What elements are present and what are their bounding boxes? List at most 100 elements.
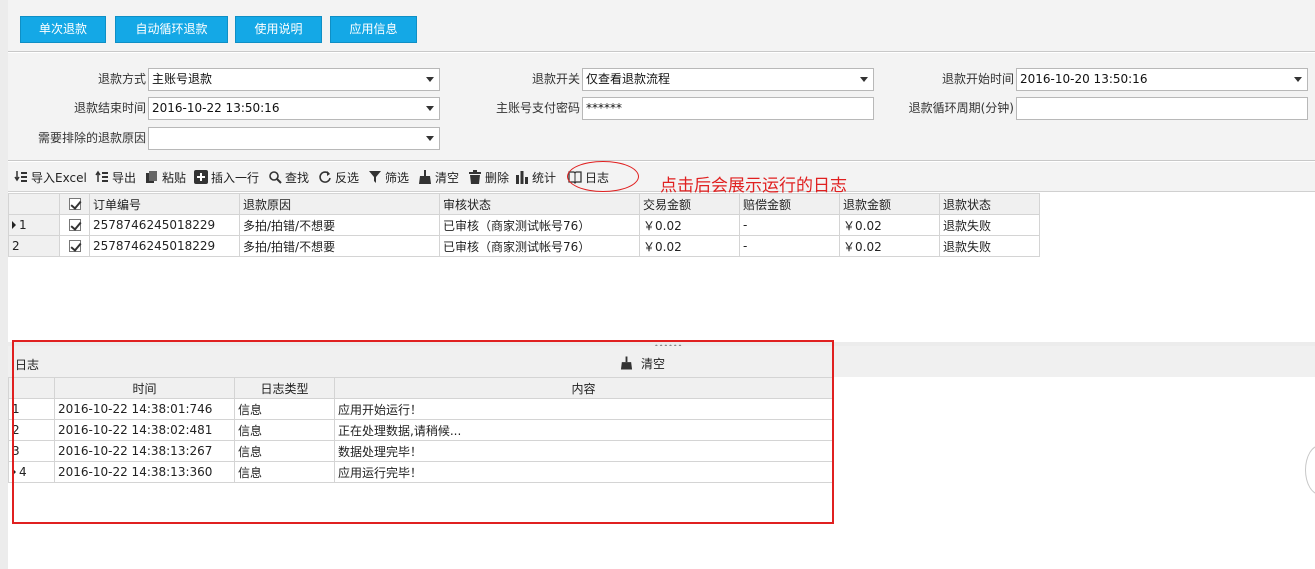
refund-switch-value: 仅查看退款流程 bbox=[586, 72, 671, 86]
column-header-order-no[interactable]: 订单编号 bbox=[89, 193, 240, 215]
pay-password-label: 主账号支付密码 bbox=[495, 101, 580, 115]
chevron-down-icon bbox=[1294, 77, 1302, 82]
row-checkbox[interactable] bbox=[59, 214, 90, 236]
refund-end-time-select[interactable]: 2016-10-22 13:50:16 bbox=[148, 97, 440, 120]
order-no-cell[interactable]: 2578746245018229 bbox=[89, 235, 240, 257]
refund-method-label: 退款方式 bbox=[97, 72, 146, 86]
import-excel-label: 导入Excel bbox=[31, 171, 87, 185]
select-all-checkbox[interactable] bbox=[59, 193, 90, 215]
refund-method-select[interactable]: 主账号退款 bbox=[148, 68, 440, 91]
delete-button[interactable]: 删除 bbox=[468, 169, 509, 187]
export-icon bbox=[95, 170, 108, 182]
loop-period-input[interactable] bbox=[1016, 97, 1308, 120]
clear-label: 清空 bbox=[435, 171, 460, 185]
pay-password-input[interactable]: ****** bbox=[582, 97, 874, 120]
audit-status-cell[interactable]: 已审核（商家测试帐号76） bbox=[439, 235, 640, 257]
bar-chart-icon bbox=[516, 171, 528, 184]
column-header-trade-amount[interactable]: 交易金额 bbox=[639, 193, 740, 215]
refund-end-time-label: 退款结束时间 bbox=[73, 101, 146, 115]
exclude-reason-select[interactable] bbox=[148, 127, 440, 150]
delete-label: 删除 bbox=[485, 171, 510, 185]
import-icon bbox=[14, 171, 27, 182]
filter-button[interactable]: 筛选 bbox=[368, 169, 409, 187]
column-header-refund-status[interactable]: 退款状态 bbox=[939, 193, 1040, 215]
row-header-corner bbox=[8, 193, 60, 215]
row-index: 1 bbox=[19, 218, 27, 232]
row-checkbox[interactable] bbox=[59, 235, 90, 257]
compensation-cell[interactable]: - bbox=[739, 214, 840, 236]
refund-start-time-value: 2016-10-20 13:50:16 bbox=[1020, 72, 1148, 86]
log-panel-highlight bbox=[12, 340, 834, 524]
chevron-down-icon bbox=[426, 77, 434, 82]
plus-icon bbox=[194, 170, 208, 184]
stats-button[interactable]: 统计 bbox=[515, 169, 556, 187]
find-label: 查找 bbox=[285, 171, 310, 185]
column-header-compensation[interactable]: 赔偿金额 bbox=[739, 193, 840, 215]
refund-amount-cell[interactable]: ￥0.02 bbox=[839, 235, 940, 257]
stats-label: 统计 bbox=[532, 171, 557, 185]
refund-reason-cell[interactable]: 多拍/拍错/不想要 bbox=[239, 214, 440, 236]
table-row[interactable]: 2 2578746245018229 多拍/拍错/不想要 已审核（商家测试帐号7… bbox=[8, 235, 1040, 257]
refund-status-cell[interactable]: 退款失败 bbox=[939, 235, 1040, 257]
checkbox-checked-icon bbox=[68, 198, 81, 210]
row-header[interactable]: 2 bbox=[8, 235, 60, 257]
paste-button[interactable]: 粘贴 bbox=[145, 169, 186, 187]
trash-icon bbox=[469, 170, 481, 184]
refund-status-cell[interactable]: 退款失败 bbox=[939, 214, 1040, 236]
refund-amount-cell[interactable]: ￥0.02 bbox=[839, 214, 940, 236]
export-label: 导出 bbox=[112, 171, 137, 185]
clear-button[interactable]: 清空 bbox=[418, 169, 459, 187]
single-refund-button[interactable]: 单次退款 bbox=[20, 16, 106, 43]
chevron-down-icon bbox=[426, 106, 434, 111]
refund-settings-form: 退款方式 主账号退款 退款开关 仅查看退款流程 退款开始时间 2016-10-2… bbox=[8, 53, 1315, 161]
invert-selection-button[interactable]: 反选 bbox=[318, 169, 359, 187]
checkbox-checked-icon bbox=[68, 240, 81, 252]
column-header-refund-amount[interactable]: 退款金额 bbox=[839, 193, 940, 215]
trade-amount-cell[interactable]: ￥0.02 bbox=[639, 214, 740, 236]
chevron-down-icon bbox=[860, 77, 868, 82]
search-icon bbox=[269, 171, 282, 184]
broom-icon bbox=[419, 170, 431, 184]
left-edge-strip bbox=[0, 0, 8, 569]
refund-switch-label: 退款开关 bbox=[531, 72, 580, 86]
row-header[interactable]: 1 bbox=[8, 214, 60, 236]
export-button[interactable]: 导出 bbox=[95, 169, 136, 187]
column-header-refund-reason[interactable]: 退款原因 bbox=[239, 193, 440, 215]
insert-row-button[interactable]: 插入一行 bbox=[194, 169, 259, 187]
compensation-cell[interactable]: - bbox=[739, 235, 840, 257]
pay-password-value: ****** bbox=[586, 101, 622, 115]
usage-guide-button[interactable]: 使用说明 bbox=[235, 16, 322, 43]
orders-table: 订单编号 退款原因 审核状态 交易金额 赔偿金额 退款金额 退款状态 1 257… bbox=[8, 193, 1040, 257]
chevron-down-icon bbox=[426, 136, 434, 141]
import-excel-button[interactable]: 导入Excel bbox=[14, 169, 87, 187]
refund-reason-cell[interactable]: 多拍/拍错/不想要 bbox=[239, 235, 440, 257]
orders-header-row: 订单编号 退款原因 审核状态 交易金额 赔偿金额 退款金额 退款状态 bbox=[8, 193, 1040, 215]
paste-label: 粘贴 bbox=[162, 171, 187, 185]
row-index: 2 bbox=[12, 239, 20, 253]
invert-label: 反选 bbox=[335, 171, 360, 185]
refund-method-value: 主账号退款 bbox=[152, 72, 213, 86]
paste-icon bbox=[146, 171, 157, 183]
top-button-bar: 单次退款 自动循环退款 使用说明 应用信息 bbox=[8, 0, 1315, 52]
filter-label: 筛选 bbox=[385, 171, 410, 185]
log-button-highlight bbox=[567, 161, 639, 192]
order-no-cell[interactable]: 2578746245018229 bbox=[89, 214, 240, 236]
app-info-button[interactable]: 应用信息 bbox=[330, 16, 417, 43]
current-row-indicator-icon bbox=[12, 221, 16, 229]
refund-start-time-select[interactable]: 2016-10-20 13:50:16 bbox=[1016, 68, 1308, 91]
refund-switch-select[interactable]: 仅查看退款流程 bbox=[582, 68, 874, 91]
insert-row-label: 插入一行 bbox=[211, 171, 260, 185]
loop-period-label: 退款循环周期(分钟) bbox=[908, 101, 1014, 115]
table-row[interactable]: 1 2578746245018229 多拍/拍错/不想要 已审核（商家测试帐号7… bbox=[8, 214, 1040, 236]
filter-icon bbox=[369, 171, 381, 183]
checkbox-checked-icon bbox=[68, 219, 81, 231]
auto-loop-refund-button[interactable]: 自动循环退款 bbox=[115, 16, 228, 43]
exclude-reason-label: 需要排除的退款原因 bbox=[37, 131, 146, 145]
find-button[interactable]: 查找 bbox=[268, 169, 309, 187]
refresh-icon bbox=[319, 171, 331, 183]
refund-start-time-label: 退款开始时间 bbox=[941, 72, 1014, 86]
refund-end-time-value: 2016-10-22 13:50:16 bbox=[152, 101, 280, 115]
audit-status-cell[interactable]: 已审核（商家测试帐号76） bbox=[439, 214, 640, 236]
column-header-audit-status[interactable]: 审核状态 bbox=[439, 193, 640, 215]
trade-amount-cell[interactable]: ￥0.02 bbox=[639, 235, 740, 257]
